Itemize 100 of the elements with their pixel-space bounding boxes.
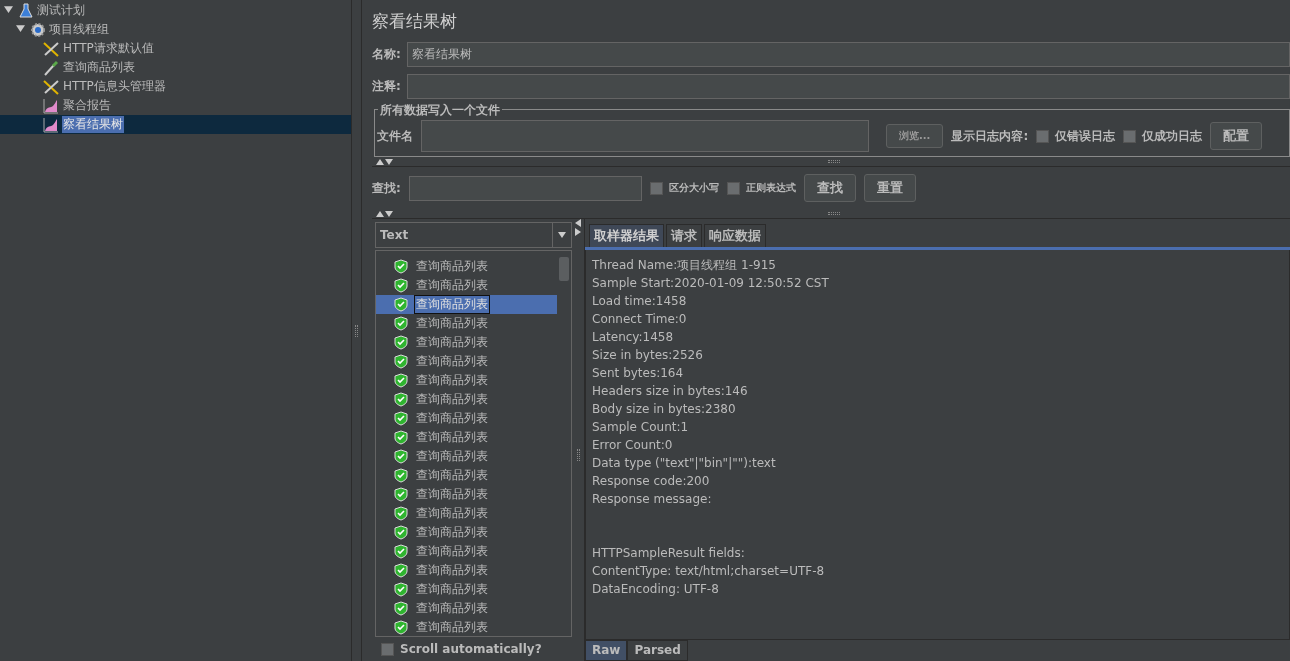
shield-check-icon — [394, 259, 408, 274]
result-item[interactable]: 查询商品列表 — [376, 352, 557, 371]
detail-line: Sample Start:2020-01-09 12:50:52 CST — [592, 275, 830, 292]
result-item[interactable]: 查询商品列表 — [376, 428, 557, 447]
shield-check-icon — [394, 373, 408, 388]
shield-check-icon — [394, 506, 408, 521]
detail-line: Error Count:0 — [592, 437, 674, 454]
expand-down-icon[interactable] — [385, 157, 393, 166]
tools-icon — [42, 40, 60, 57]
shield-check-icon — [394, 601, 408, 616]
name-field[interactable]: 察看结果树 — [406, 41, 1290, 67]
comment-label: 注释: — [372, 77, 401, 95]
checkbox-label: 区分大小写 — [668, 181, 719, 195]
detail-line: ContentType: text/html;charset=UTF-8 — [592, 563, 826, 580]
result-item[interactable]: 查询商品列表 — [376, 580, 557, 599]
name-label: 名称: — [372, 45, 401, 63]
shield-check-icon — [394, 297, 408, 312]
expanded-icon[interactable] — [4, 5, 13, 14]
result-item[interactable]: 查询商品列表 — [376, 371, 557, 390]
configure-button[interactable]: 配置 — [1210, 122, 1263, 150]
chart-icon — [42, 97, 60, 114]
result-item[interactable]: 查询商品列表 — [376, 542, 557, 561]
result-item[interactable]: 查询商品列表 — [376, 523, 557, 542]
checkbox-label: 仅错误日志 — [1055, 127, 1116, 145]
result-item[interactable]: 查询商品列表 — [376, 390, 557, 409]
renderer-dropdown[interactable]: Text — [375, 222, 572, 248]
detail-line: DataEncoding: UTF-8 — [592, 581, 720, 598]
checkbox[interactable] — [1036, 129, 1050, 143]
result-item[interactable]: 查询商品列表 — [376, 561, 557, 580]
detail-line: Body size in bytes:2380 — [592, 401, 737, 418]
checkbox-label: 仅成功日志 — [1142, 127, 1203, 145]
tree-item[interactable]: 测试计划 — [0, 1, 351, 20]
result-item[interactable]: 查询商品列表 — [376, 257, 557, 276]
tab[interactable]: Parsed — [627, 640, 688, 661]
tab[interactable]: 请求 — [666, 224, 702, 247]
detail-line: Headers size in bytes:146 — [592, 383, 749, 400]
result-item[interactable]: 查询商品列表 — [376, 409, 557, 428]
detail-line: Response message: — [592, 491, 713, 508]
checkbox[interactable] — [649, 181, 663, 195]
tree-item[interactable]: 查询商品列表 — [0, 58, 351, 77]
flask-icon — [18, 2, 34, 19]
detail-line: Connect Time:0 — [592, 311, 688, 328]
shield-check-icon — [394, 487, 408, 502]
detail-line: Response code:200 — [592, 473, 711, 490]
tab[interactable]: 响应数据 — [704, 224, 766, 247]
file-field[interactable] — [421, 120, 869, 152]
shield-check-icon — [394, 316, 408, 331]
log-label: 显示日志内容: — [951, 127, 1029, 145]
shield-check-icon — [394, 563, 408, 578]
detail-line: Sample Count:1 — [592, 419, 690, 436]
checkbox[interactable] — [1123, 129, 1137, 143]
result-item[interactable]: 查询商品列表 — [376, 466, 557, 485]
expand-down-icon[interactable] — [385, 209, 393, 218]
tree-item[interactable]: HTTP请求默认值 — [0, 39, 351, 58]
search-label: 查找: — [372, 179, 401, 197]
tab[interactable]: 取样器结果 — [589, 224, 664, 247]
splitter-grip[interactable] — [576, 449, 580, 461]
browse-button[interactable]: 浏览... — [886, 124, 944, 148]
tree-item[interactable]: HTTP信息头管理器 — [0, 77, 351, 96]
checkbox[interactable] — [726, 181, 740, 195]
find-button[interactable]: 查找 — [803, 174, 856, 202]
expanded-icon[interactable] — [16, 24, 25, 33]
comment-field[interactable] — [406, 73, 1290, 99]
result-item[interactable]: 查询商品列表 — [376, 618, 557, 636]
checkbox-label: Scroll automatically? — [400, 642, 542, 656]
collapse-up-icon[interactable] — [376, 209, 384, 218]
result-item[interactable]: 查询商品列表 — [376, 447, 557, 466]
tab[interactable]: Raw — [585, 640, 628, 661]
result-item[interactable]: 查询商品列表 — [376, 295, 557, 314]
detail-line: Load time:1458 — [592, 293, 688, 310]
shield-check-icon — [394, 525, 408, 540]
checkbox-label: 正则表达式 — [745, 181, 796, 195]
result-item[interactable]: 查询商品列表 — [376, 599, 557, 618]
result-item[interactable]: 查询商品列表 — [376, 276, 557, 295]
result-item[interactable]: 查询商品列表 — [376, 314, 557, 333]
expand-right-icon[interactable] — [574, 228, 582, 236]
tree-item[interactable]: 聚合报告 — [0, 96, 351, 115]
checkbox[interactable] — [381, 642, 394, 656]
detail-line: Thread Name:项目线程组 1-915 — [592, 257, 777, 274]
detail-line: Data type ("text"|"bin"|""):text — [592, 455, 777, 472]
gear-icon — [30, 21, 46, 38]
splitter-grip[interactable] — [828, 212, 840, 215]
tree-item[interactable]: 项目线程组 — [0, 20, 351, 39]
result-item[interactable]: 查询商品列表 — [376, 504, 557, 523]
panel-title: 察看结果树 — [372, 10, 458, 33]
group-legend: 所有数据写入一个文件 — [378, 102, 502, 119]
dropdown-caret-icon[interactable] — [558, 231, 566, 239]
splitter-grip[interactable] — [355, 324, 358, 337]
scrollbar-thumb[interactable] — [559, 257, 569, 281]
shield-check-icon — [394, 449, 408, 464]
shield-check-icon — [394, 468, 408, 483]
collapse-up-icon[interactable] — [376, 157, 384, 166]
shield-check-icon — [394, 278, 408, 293]
collapse-left-icon[interactable] — [574, 219, 582, 227]
result-item[interactable]: 查询商品列表 — [376, 333, 557, 352]
splitter-grip[interactable] — [828, 160, 840, 163]
tree-item[interactable]: 察看结果树 — [0, 115, 351, 134]
result-item[interactable]: 查询商品列表 — [376, 485, 557, 504]
search-field[interactable] — [408, 175, 642, 201]
reset-button[interactable]: 重置 — [863, 174, 916, 202]
